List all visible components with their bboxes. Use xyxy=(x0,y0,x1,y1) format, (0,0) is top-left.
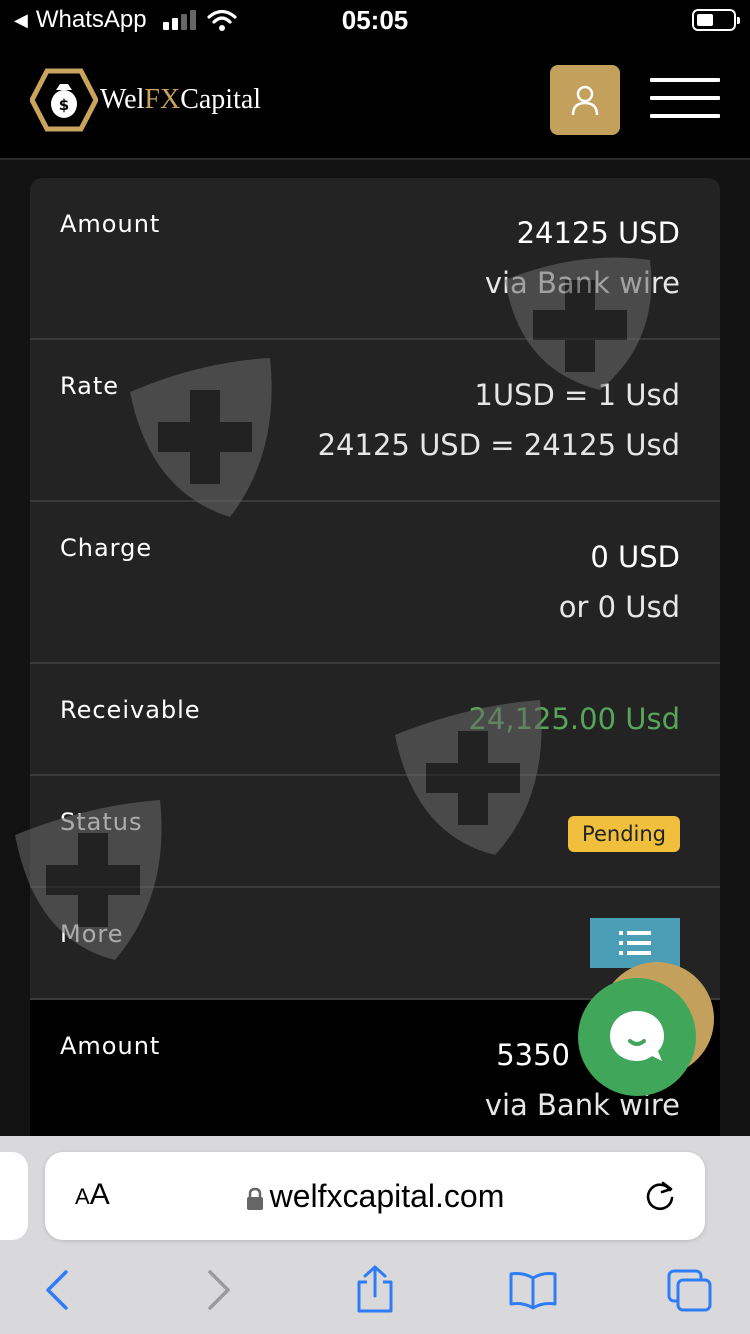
more-label: More xyxy=(60,920,124,948)
receivable-label: Receivable xyxy=(60,696,201,724)
status-label: Status xyxy=(60,808,143,836)
row-charge: Charge 0 USD or 0 Usd xyxy=(30,502,720,664)
row-status: Status Pending xyxy=(30,776,720,888)
more-details-button[interactable] xyxy=(590,918,680,968)
amount-value: 24125 USD xyxy=(516,216,680,250)
amount-label: Amount xyxy=(60,210,161,238)
amount-method: via Bank wire xyxy=(484,266,680,300)
site-header: $ WelFXCapital xyxy=(0,40,750,160)
logo[interactable]: $ WelFXCapital xyxy=(30,68,261,132)
status-time: 05:05 xyxy=(341,5,409,35)
reload-icon[interactable] xyxy=(643,1178,677,1212)
status-bar: ◀ WhatsApp 05:05 xyxy=(0,0,750,40)
chat-bubble-icon xyxy=(610,1011,664,1061)
url-text: welfxcapital.com xyxy=(269,1178,505,1214)
charge-value: 0 USD xyxy=(590,540,680,574)
charge-label: Charge xyxy=(60,534,153,562)
amount-value-next: 5350 xyxy=(496,1038,570,1072)
row-amount: Amount 24125 USD via Bank wire xyxy=(30,178,720,340)
row-receivable: Receivable 24,125.00 Usd xyxy=(30,664,720,776)
book-icon[interactable] xyxy=(508,1270,558,1310)
rate-label: Rate xyxy=(60,372,120,400)
logo-text: WelFXCapital xyxy=(100,84,262,115)
list-icon xyxy=(619,931,651,955)
receivable-value: 24,125.00 Usd xyxy=(468,702,680,736)
share-icon[interactable] xyxy=(354,1264,396,1314)
chat-button[interactable] xyxy=(578,978,696,1096)
money-bag-logo-icon: $ xyxy=(30,68,98,132)
account-button[interactable] xyxy=(550,65,620,135)
address-bar[interactable]: AA welfxcapital.com xyxy=(45,1152,705,1240)
chevron-right-icon[interactable] xyxy=(206,1270,232,1310)
lock-icon xyxy=(246,1187,263,1210)
rate-total: 24125 USD = 24125 Usd xyxy=(317,428,680,462)
url-display[interactable]: welfxcapital.com xyxy=(45,1178,705,1215)
previous-tab-preview[interactable] xyxy=(0,1152,28,1240)
status-badge: Pending xyxy=(568,816,680,852)
tabs-icon[interactable] xyxy=(666,1268,714,1314)
amount-label-next: Amount xyxy=(60,1032,161,1060)
svg-text:$: $ xyxy=(59,96,69,114)
user-icon xyxy=(571,85,599,116)
battery-icon xyxy=(692,9,740,31)
hamburger-menu-button[interactable] xyxy=(650,78,720,122)
rate-value: 1USD = 1 Usd xyxy=(474,378,680,412)
charge-alt: or 0 Usd xyxy=(558,590,680,624)
chevron-left-icon[interactable] xyxy=(44,1270,70,1310)
row-rate: Rate 1USD = 1 Usd 24125 USD = 24125 Usd xyxy=(30,340,720,502)
